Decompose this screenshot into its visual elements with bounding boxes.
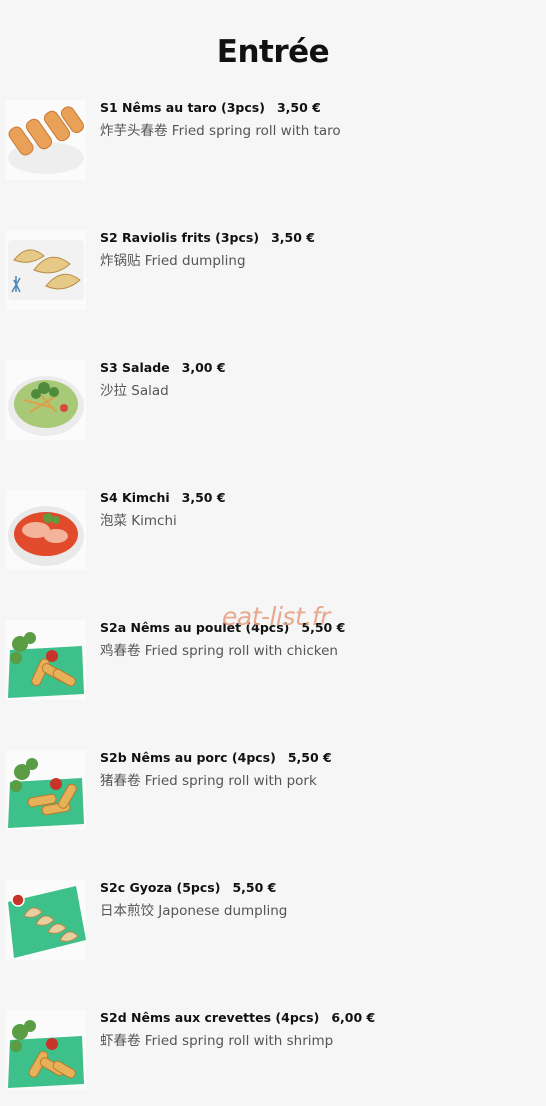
item-name: S3 Salade (100, 360, 170, 375)
item-description: 泡菜 Kimchi (100, 509, 226, 529)
item-name: S1 Nêms au taro (3pcs) (100, 100, 265, 115)
item-chinese-name: 炸芋头春卷 (100, 123, 168, 139)
taro-spring-roll-photo (6, 100, 86, 180)
item-english-name: Fried spring roll with taro (171, 123, 341, 139)
item-chinese-name: 泡菜 (100, 513, 127, 529)
kimchi-photo (6, 490, 86, 570)
salad-photo (6, 360, 86, 440)
item-english-name: Kimchi (131, 513, 177, 529)
item-description: 炸芋头春卷 Fried spring roll with taro (100, 119, 341, 139)
menu-item[interactable]: S2a Nêms au poulet (4pcs) 5,50 € 鸡春卷 Frie… (6, 620, 526, 700)
menu-item[interactable]: S2 Raviolis frits (3pcs) 3,50 € 炸锅贴 Fried… (6, 230, 526, 310)
gyoza-photo (6, 880, 86, 960)
item-chinese-name: 鸡春卷 (100, 643, 141, 659)
item-price: 5,50 € (287, 750, 332, 765)
item-english-name: Fried spring roll with pork (144, 773, 317, 789)
menu-item[interactable]: S2c Gyoza (5pcs) 5,50 € 日本煎饺 Japonese dum… (6, 880, 526, 960)
item-description: 沙拉 Salad (100, 379, 226, 399)
item-description: 炸锅贴 Fried dumpling (100, 249, 315, 269)
item-price: 3,50 € (276, 100, 321, 115)
item-description: 鸡春卷 Fried spring roll with chicken (100, 639, 345, 659)
item-description: 虾春卷 Fried spring roll with shrimp (100, 1029, 375, 1049)
item-chinese-name: 虾春卷 (100, 1033, 141, 1049)
item-name-price: S4 Kimchi 3,50 € (100, 490, 226, 508)
item-name-price: S2a Nêms au poulet (4pcs) 5,50 € (100, 620, 345, 638)
item-chinese-name: 炸锅贴 (100, 253, 141, 269)
item-english-name: Salad (131, 383, 169, 399)
chicken-spring-roll-photo (6, 620, 86, 700)
page-title: Entrée (216, 34, 330, 70)
item-name: S2b Nêms au porc (4pcs) (100, 750, 276, 765)
item-name: S2d Nêms aux crevettes (4pcs) (100, 1010, 320, 1025)
item-chinese-name: 沙拉 (100, 383, 127, 399)
item-english-name: Fried spring roll with chicken (144, 643, 338, 659)
item-price: 3,50 € (181, 490, 226, 505)
item-price: 3,00 € (181, 360, 226, 375)
menu-item[interactable]: S4 Kimchi 3,50 € 泡菜 Kimchi (6, 490, 526, 570)
item-name: S2 Raviolis frits (3pcs) (100, 230, 260, 245)
menu-item[interactable]: S1 Nêms au taro (3pcs) 3,50 € 炸芋头春卷 Fried… (6, 100, 526, 180)
item-name-price: S2d Nêms aux crevettes (4pcs) 6,00 € (100, 1010, 375, 1028)
item-name-price: S1 Nêms au taro (3pcs) 3,50 € (100, 100, 341, 118)
menu-item[interactable]: S3 Salade 3,00 € 沙拉 Salad (6, 360, 526, 440)
item-chinese-name: 猪春卷 (100, 773, 141, 789)
menu-item[interactable]: S2b Nêms au porc (4pcs) 5,50 € 猪春卷 Fried … (6, 750, 526, 830)
item-name: S4 Kimchi (100, 490, 170, 505)
item-price: 5,50 € (301, 620, 346, 635)
item-name-price: S2 Raviolis frits (3pcs) 3,50 € (100, 230, 315, 248)
item-name-price: S2b Nêms au porc (4pcs) 5,50 € (100, 750, 332, 768)
item-name: S2c Gyoza (5pcs) (100, 880, 221, 895)
item-chinese-name: 日本煎饺 (100, 903, 154, 919)
item-description: 猪春卷 Fried spring roll with pork (100, 769, 332, 789)
item-english-name: Japonese dumpling (158, 903, 288, 919)
item-english-name: Fried dumpling (144, 253, 246, 269)
item-price: 3,50 € (271, 230, 315, 245)
item-description: 日本煎饺 Japonese dumpling (100, 899, 287, 919)
item-name-price: S3 Salade 3,00 € (100, 360, 226, 378)
item-price: 6,00 € (331, 1010, 376, 1025)
menu-item[interactable]: S2d Nêms aux crevettes (4pcs) 6,00 € 虾春卷 … (6, 1010, 526, 1090)
item-name: S2a Nêms au poulet (4pcs) (100, 620, 290, 635)
fried-dumpling-photo (6, 230, 86, 310)
item-english-name: Fried spring roll with shrimp (144, 1033, 334, 1049)
item-price: 5,50 € (232, 880, 277, 895)
shrimp-spring-roll-photo (6, 1010, 86, 1090)
item-name-price: S2c Gyoza (5pcs) 5,50 € (100, 880, 287, 898)
pork-spring-roll-photo (6, 750, 86, 830)
